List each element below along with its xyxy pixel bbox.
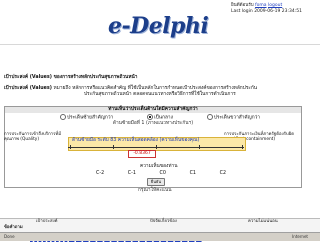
definition-text-2: ประกันสุขภาพถ้วนหน้า ตลอดจนแนวทางหรือวิธ… bbox=[84, 92, 236, 97]
radio-neutral[interactable] bbox=[147, 114, 154, 120]
username-link[interactable]: foma bbox=[255, 3, 266, 8]
opinion-c2[interactable]: C2 bbox=[220, 171, 226, 177]
nav-uncertainty[interactable]: ความไม่แน่นอน bbox=[248, 219, 278, 225]
tick bbox=[113, 145, 114, 149]
tick bbox=[242, 145, 243, 149]
opinion-c1[interactable]: C1 bbox=[190, 171, 196, 177]
tick bbox=[199, 145, 200, 149]
confirm-button[interactable]: ยืนยัน bbox=[147, 178, 165, 186]
own-opinion-label: ความเห็นของท่าน bbox=[140, 164, 178, 169]
opinion-c-2[interactable]: C-2 bbox=[96, 171, 104, 177]
tick bbox=[156, 145, 157, 149]
welcome-text: ยินดีต้อนรับ bbox=[231, 3, 254, 8]
criteria-footer: กรุณาให้คะแนน bbox=[138, 188, 172, 193]
section-title: เป้าประสงค์ (Values) ของการสร้างหลักประก… bbox=[4, 75, 138, 80]
last-login: Last login 2009-06-19 23:34:51 bbox=[231, 9, 302, 14]
mean-value: -0.8367 bbox=[128, 150, 156, 158]
edelphi-logo: e-Delphi bbox=[108, 13, 209, 39]
radio-left[interactable] bbox=[60, 114, 66, 120]
radio-right[interactable] bbox=[206, 114, 213, 120]
logout-link[interactable]: logout bbox=[268, 3, 282, 8]
question-label: ข้อคำถาม bbox=[4, 225, 23, 230]
criteria-header: ท่านเห็นว่าประเด็นด้านใดมีความสำคัญกว่า bbox=[5, 107, 301, 113]
login-info: ยินดีต้อนรับ foma logout Last login 2009… bbox=[231, 3, 302, 15]
divider bbox=[0, 44, 320, 45]
definition-label: เป้าประสงค์ (Values) bbox=[4, 86, 52, 91]
definition-text-1: หมายถึง หลักการหรือแนวคิดสำคัญ ที่ใช้เป็… bbox=[53, 86, 258, 91]
tick bbox=[70, 145, 71, 149]
status-text: Done bbox=[4, 234, 15, 239]
opinion-c-1[interactable]: C-1 bbox=[128, 171, 136, 177]
opinion-radios: C-2 C-1 C0 C1 C2 bbox=[96, 171, 226, 177]
opinion-c0[interactable]: C0 bbox=[160, 171, 166, 177]
criteria-subheader: ด้านซ้ายมือที่ 1 (ภาพแนวทางประกันฯ) bbox=[112, 121, 194, 126]
left-criterion: การประกันการเข้าถึงบริการที่มีคุณภาพ (Qu… bbox=[4, 132, 62, 143]
scale-note: ด้านซ้ายมือ ระดับ 83 ความเห็นสอดคล้อง (ค… bbox=[72, 138, 200, 143]
